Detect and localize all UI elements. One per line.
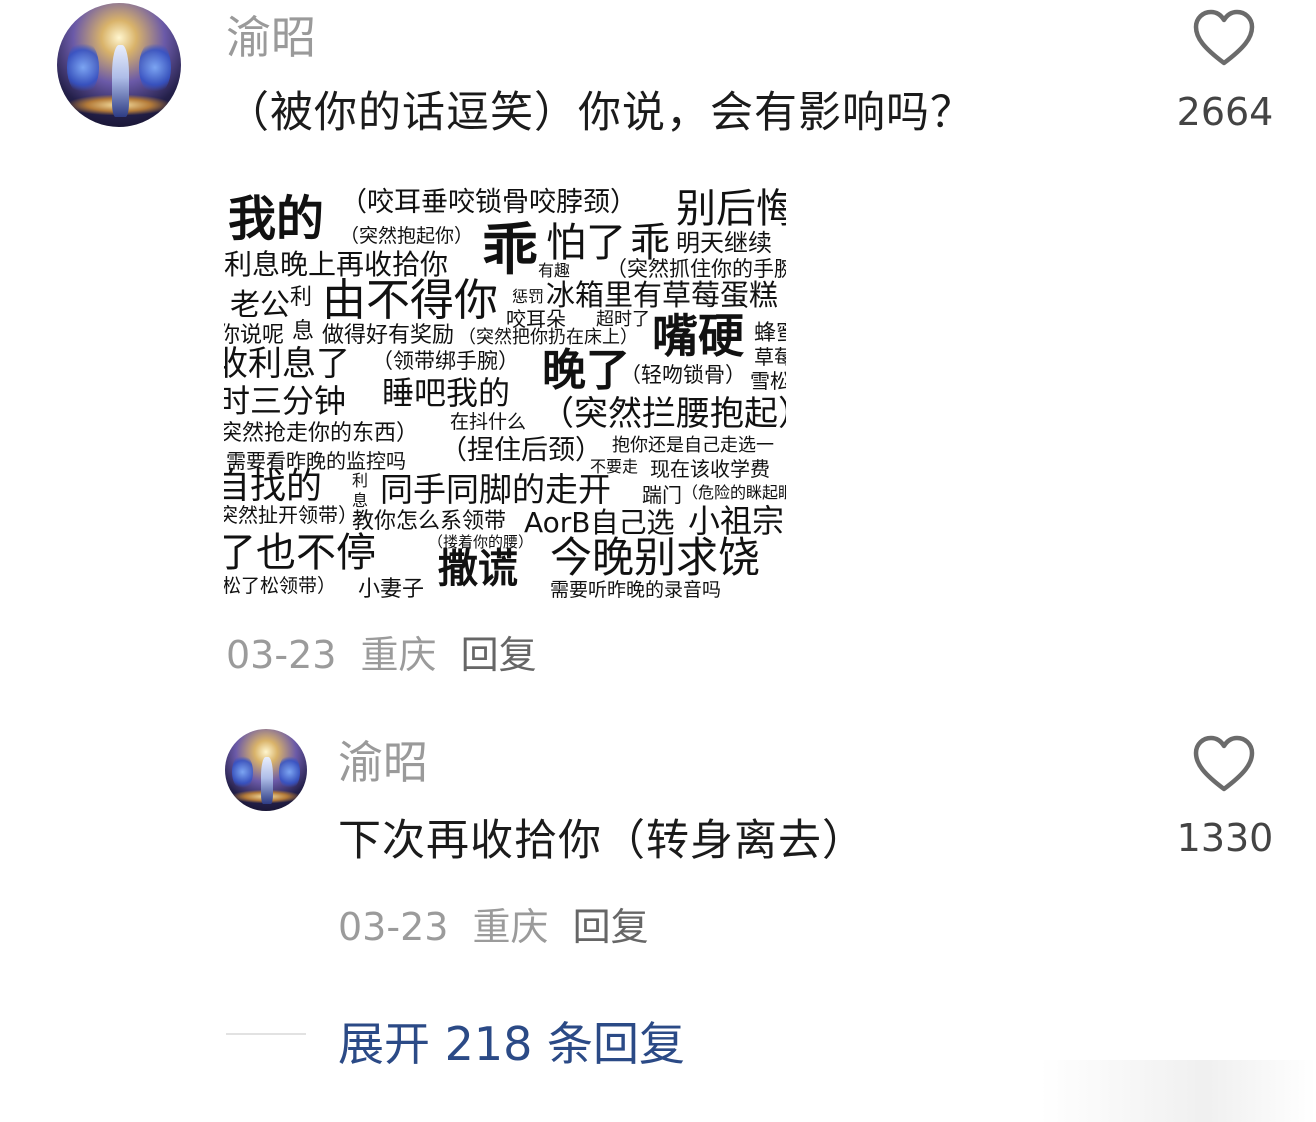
meme-word: 咬耳朵 [506,307,566,331]
meme-word: 在抖什么 [450,411,527,433]
meme-word: 今晚别求饶 [550,533,761,582]
meme-word: 晚了 [542,345,630,396]
meme-word: 冰箱里有草莓蛋糕 [546,278,779,312]
comment-text: （被你的话逗笑）你说，会有影响吗？ [226,88,974,138]
comment-image-word-cloud[interactable]: 我的 （咬耳垂咬锁骨咬脖颈） 别后悔 （突然抱起你） 乖 怕了 乖 明天继续 利… [224,183,786,605]
meme-word: 草莓 [754,345,786,369]
meme-word: 嘴硬 [652,309,744,363]
meme-word: 息 [292,319,315,344]
reply-username[interactable]: 渝昭 [338,740,428,785]
meme-word: （突然抱起你） [340,225,474,247]
meme-word: 有趣 [538,261,571,280]
meme-word: 收利息了 [224,344,350,384]
meme-word: 需要听昨晚的录音吗 [550,579,722,601]
meme-word: （危险的眯起眼 [682,483,786,502]
meme-word: （突然拦腰抱起） [540,394,786,434]
meme-word: 由不得你 [322,275,498,326]
like-count: 2664 [1176,90,1274,134]
expand-divider [226,1033,306,1035]
reply-avatar[interactable] [225,729,307,811]
meme-word: 自找的 [224,466,323,507]
heart-icon [1193,9,1255,66]
reply-button[interactable]: 回复 [461,633,537,677]
like-button[interactable] [1192,8,1256,68]
meme-word: （轻吻锁骨） [620,363,746,387]
comment-location: 重庆 [360,633,437,677]
meme-word: 雪松 [750,369,786,393]
reply-meta: 03-23 重庆 回复 [338,908,661,946]
avatar-glow-left [66,40,100,95]
heart-icon [1193,735,1255,792]
meme-word: （捏住后颈） [440,435,602,466]
avatar-figure [261,756,273,805]
meme-word: 小妻子 [358,577,425,602]
meme-word: 抱你还是自己走选一 [612,435,774,456]
meme-word: （突然抓住你的手腕 [606,257,786,281]
reply-text: 下次再收拾你（转身离去） [338,816,866,866]
meme-word: 踹门 [642,483,682,507]
meme-word: 了也不停 [224,530,376,576]
reply-like-count: 1330 [1176,816,1274,860]
meme-word: 撒谎 [438,546,518,592]
reply-date: 03-23 [338,905,449,949]
expand-replies-button[interactable]: 展开 218 条回复 [338,1008,685,1074]
avatar-glow-right [138,40,172,95]
meme-word: 别后悔 [676,186,786,232]
meme-word: 同手同脚的走开 [380,470,611,509]
meme-word: 乖 [482,218,538,283]
meme-word: 突然抢走你的东西） [224,421,419,446]
meme-word: 我的 [228,191,325,247]
commenter-avatar[interactable] [57,3,181,127]
meme-word: 时三分钟 [224,382,347,420]
meme-word: （咬耳垂咬锁骨咬脖颈） [340,187,637,218]
avatar-glow-left [231,753,253,790]
watermark-fade [1040,1060,1316,1122]
meme-word: 老公 [230,288,290,323]
meme-word: 惩罚 [512,287,545,306]
comment-meta: 03-23 重庆 回复 [226,636,549,674]
meme-word: 睡吧我的 [382,374,511,412]
meme-word: 蜂蜜 [754,321,786,346]
comment-date: 03-23 [226,633,337,677]
reply-like-button[interactable] [1192,734,1256,794]
reply-reply-button[interactable]: 回复 [573,905,649,949]
meme-word: 现在该收学费 [650,457,770,481]
avatar-glow-right [279,753,301,790]
avatar-figure [111,45,129,118]
meme-word: 利 [290,285,313,310]
reply-location: 重庆 [472,905,549,949]
meme-word: 明天继续 [676,229,772,257]
meme-word: 利 [352,471,369,490]
meme-word: 松了松领带） [224,575,337,597]
meme-word: 突然扯开领带） [224,503,358,527]
meme-word: （领带绑手腕） [372,349,519,373]
commenter-username[interactable]: 渝昭 [226,15,316,60]
